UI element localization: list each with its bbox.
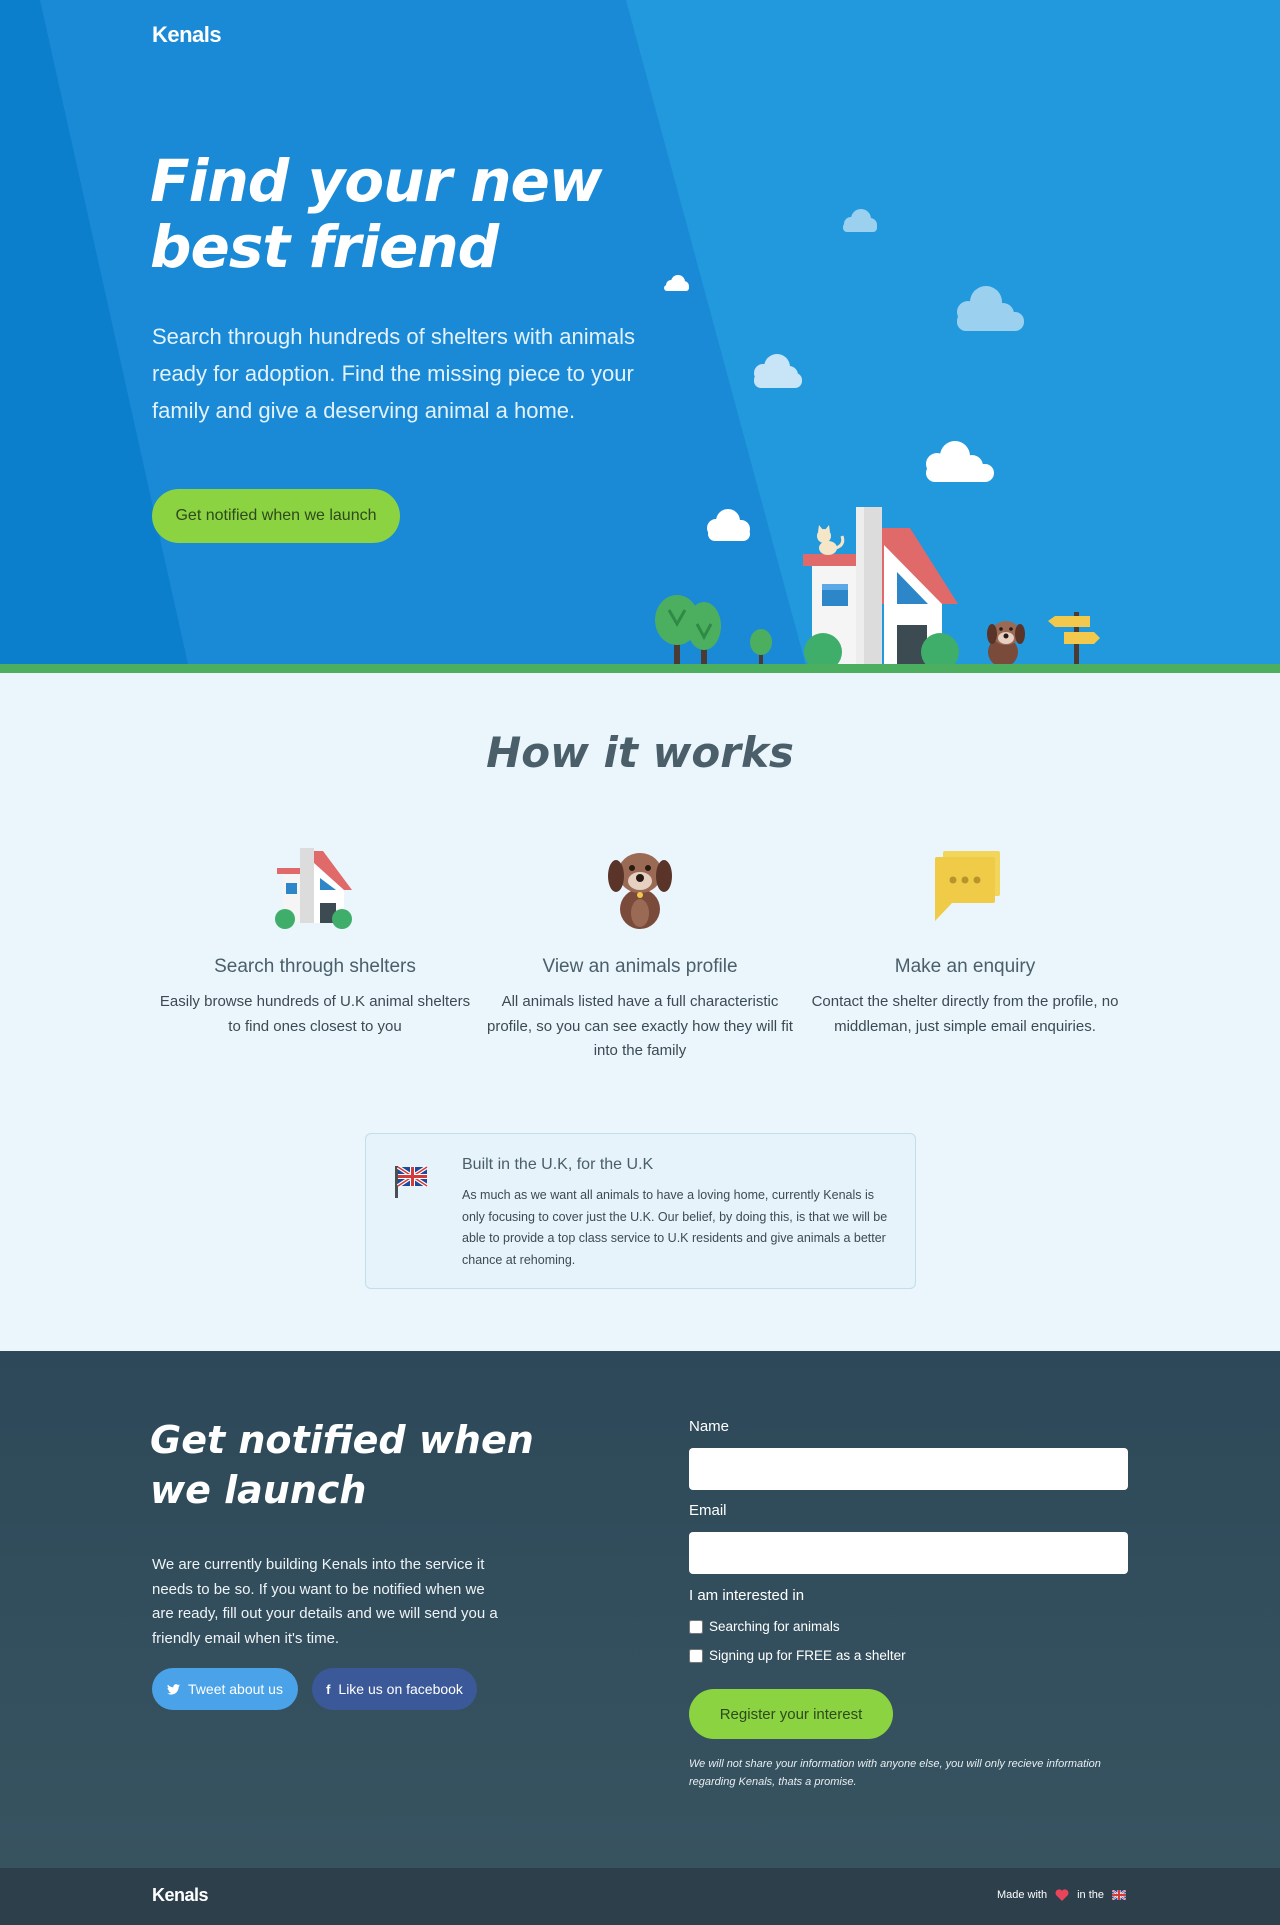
signpost-icon (1048, 612, 1100, 664)
name-input[interactable] (689, 1448, 1128, 1490)
made-with-credit: Made with in the (997, 1889, 1126, 1901)
interest-label: I am interested in (689, 1587, 805, 1604)
feature-text: Contact the shelter directly from the pr… (811, 993, 1119, 1035)
made-with-text: Made with (996, 1889, 1048, 1901)
uk-flag-icon (395, 1165, 429, 1198)
feature-title: Make an enquiry (894, 956, 1036, 977)
how-it-works-title: How it works (486, 728, 794, 777)
footer-brand-logo[interactable]: Kenals (152, 1885, 209, 1906)
house-icon (275, 848, 352, 929)
interest-shelter-checkbox[interactable] (689, 1648, 703, 1663)
feature-text: Easily browse hundreds of U.K animal she… (159, 993, 471, 1035)
feature-text: All animals listed have a full character… (487, 993, 793, 1059)
tweet-button[interactable]: Tweet about us (152, 1668, 298, 1710)
interest-option-animals[interactable]: Searching for animals (689, 1619, 840, 1634)
register-interest-button[interactable]: Register your interest (689, 1689, 893, 1739)
dog-icon (987, 621, 1025, 667)
facebook-icon: f (326, 1681, 331, 1697)
interest-animals-checkbox[interactable] (689, 1619, 703, 1634)
signup-section: Get notified when we launch We are curre… (0, 1351, 1280, 1868)
signup-title-line1: Get notified when (150, 1418, 534, 1462)
uk-flag-icon (1112, 1890, 1126, 1900)
signup-title-line2: we launch (150, 1468, 367, 1512)
feature-title: View an animals profile (542, 956, 738, 977)
name-label: Name (689, 1418, 730, 1435)
uk-card-text: As much as we want all animals to have a… (462, 1188, 888, 1267)
facebook-button-label: Like us on facebook (338, 1681, 463, 1697)
uk-card-title: Built in the U.K, for the U.K (462, 1156, 654, 1173)
interest-option-label: Searching for animals (709, 1619, 840, 1634)
uk-info-card: Built in the U.K, for the U.K As much as… (365, 1133, 916, 1289)
hero-ground (0, 664, 1280, 673)
interest-option-shelter[interactable]: Signing up for FREE as a shelter (689, 1648, 906, 1663)
twitter-icon (167, 1683, 181, 1695)
chat-icon (935, 851, 1000, 921)
tweet-button-label: Tweet about us (188, 1681, 283, 1697)
feature-make-enquiry: Make an enquiry Contact the shelter dire… (805, 843, 1125, 1039)
email-input[interactable] (689, 1532, 1128, 1574)
cloud-icon (664, 209, 1024, 541)
email-label: Email (689, 1502, 727, 1519)
tree-icon (655, 595, 772, 664)
feature-search-shelters: Search through shelters Easily browse hu… (155, 843, 475, 1039)
feature-animal-profile: View an animals profile All animals list… (480, 843, 800, 1064)
feature-title: Search through shelters (214, 956, 416, 977)
hero-section: Kenals Find your new best friend Search … (0, 0, 1280, 673)
facebook-like-button[interactable]: f Like us on facebook (312, 1668, 477, 1710)
house-icon (803, 507, 959, 671)
dog-icon (608, 853, 672, 929)
hero-illustration (655, 209, 1100, 671)
privacy-note: We will not share your information with … (689, 1758, 1101, 1788)
signup-title: Get notified when we launch (150, 1415, 550, 1515)
interest-option-label: Signing up for FREE as a shelter (709, 1648, 906, 1663)
in-the-text: in the (1077, 1889, 1104, 1901)
signup-description: We are currently building Kenals into th… (152, 1556, 498, 1647)
how-it-works-section: How it works Search through shelters Eas… (0, 673, 1280, 1351)
footer: Kenals Made with in the (0, 1868, 1280, 1925)
heart-icon (1055, 1889, 1069, 1901)
